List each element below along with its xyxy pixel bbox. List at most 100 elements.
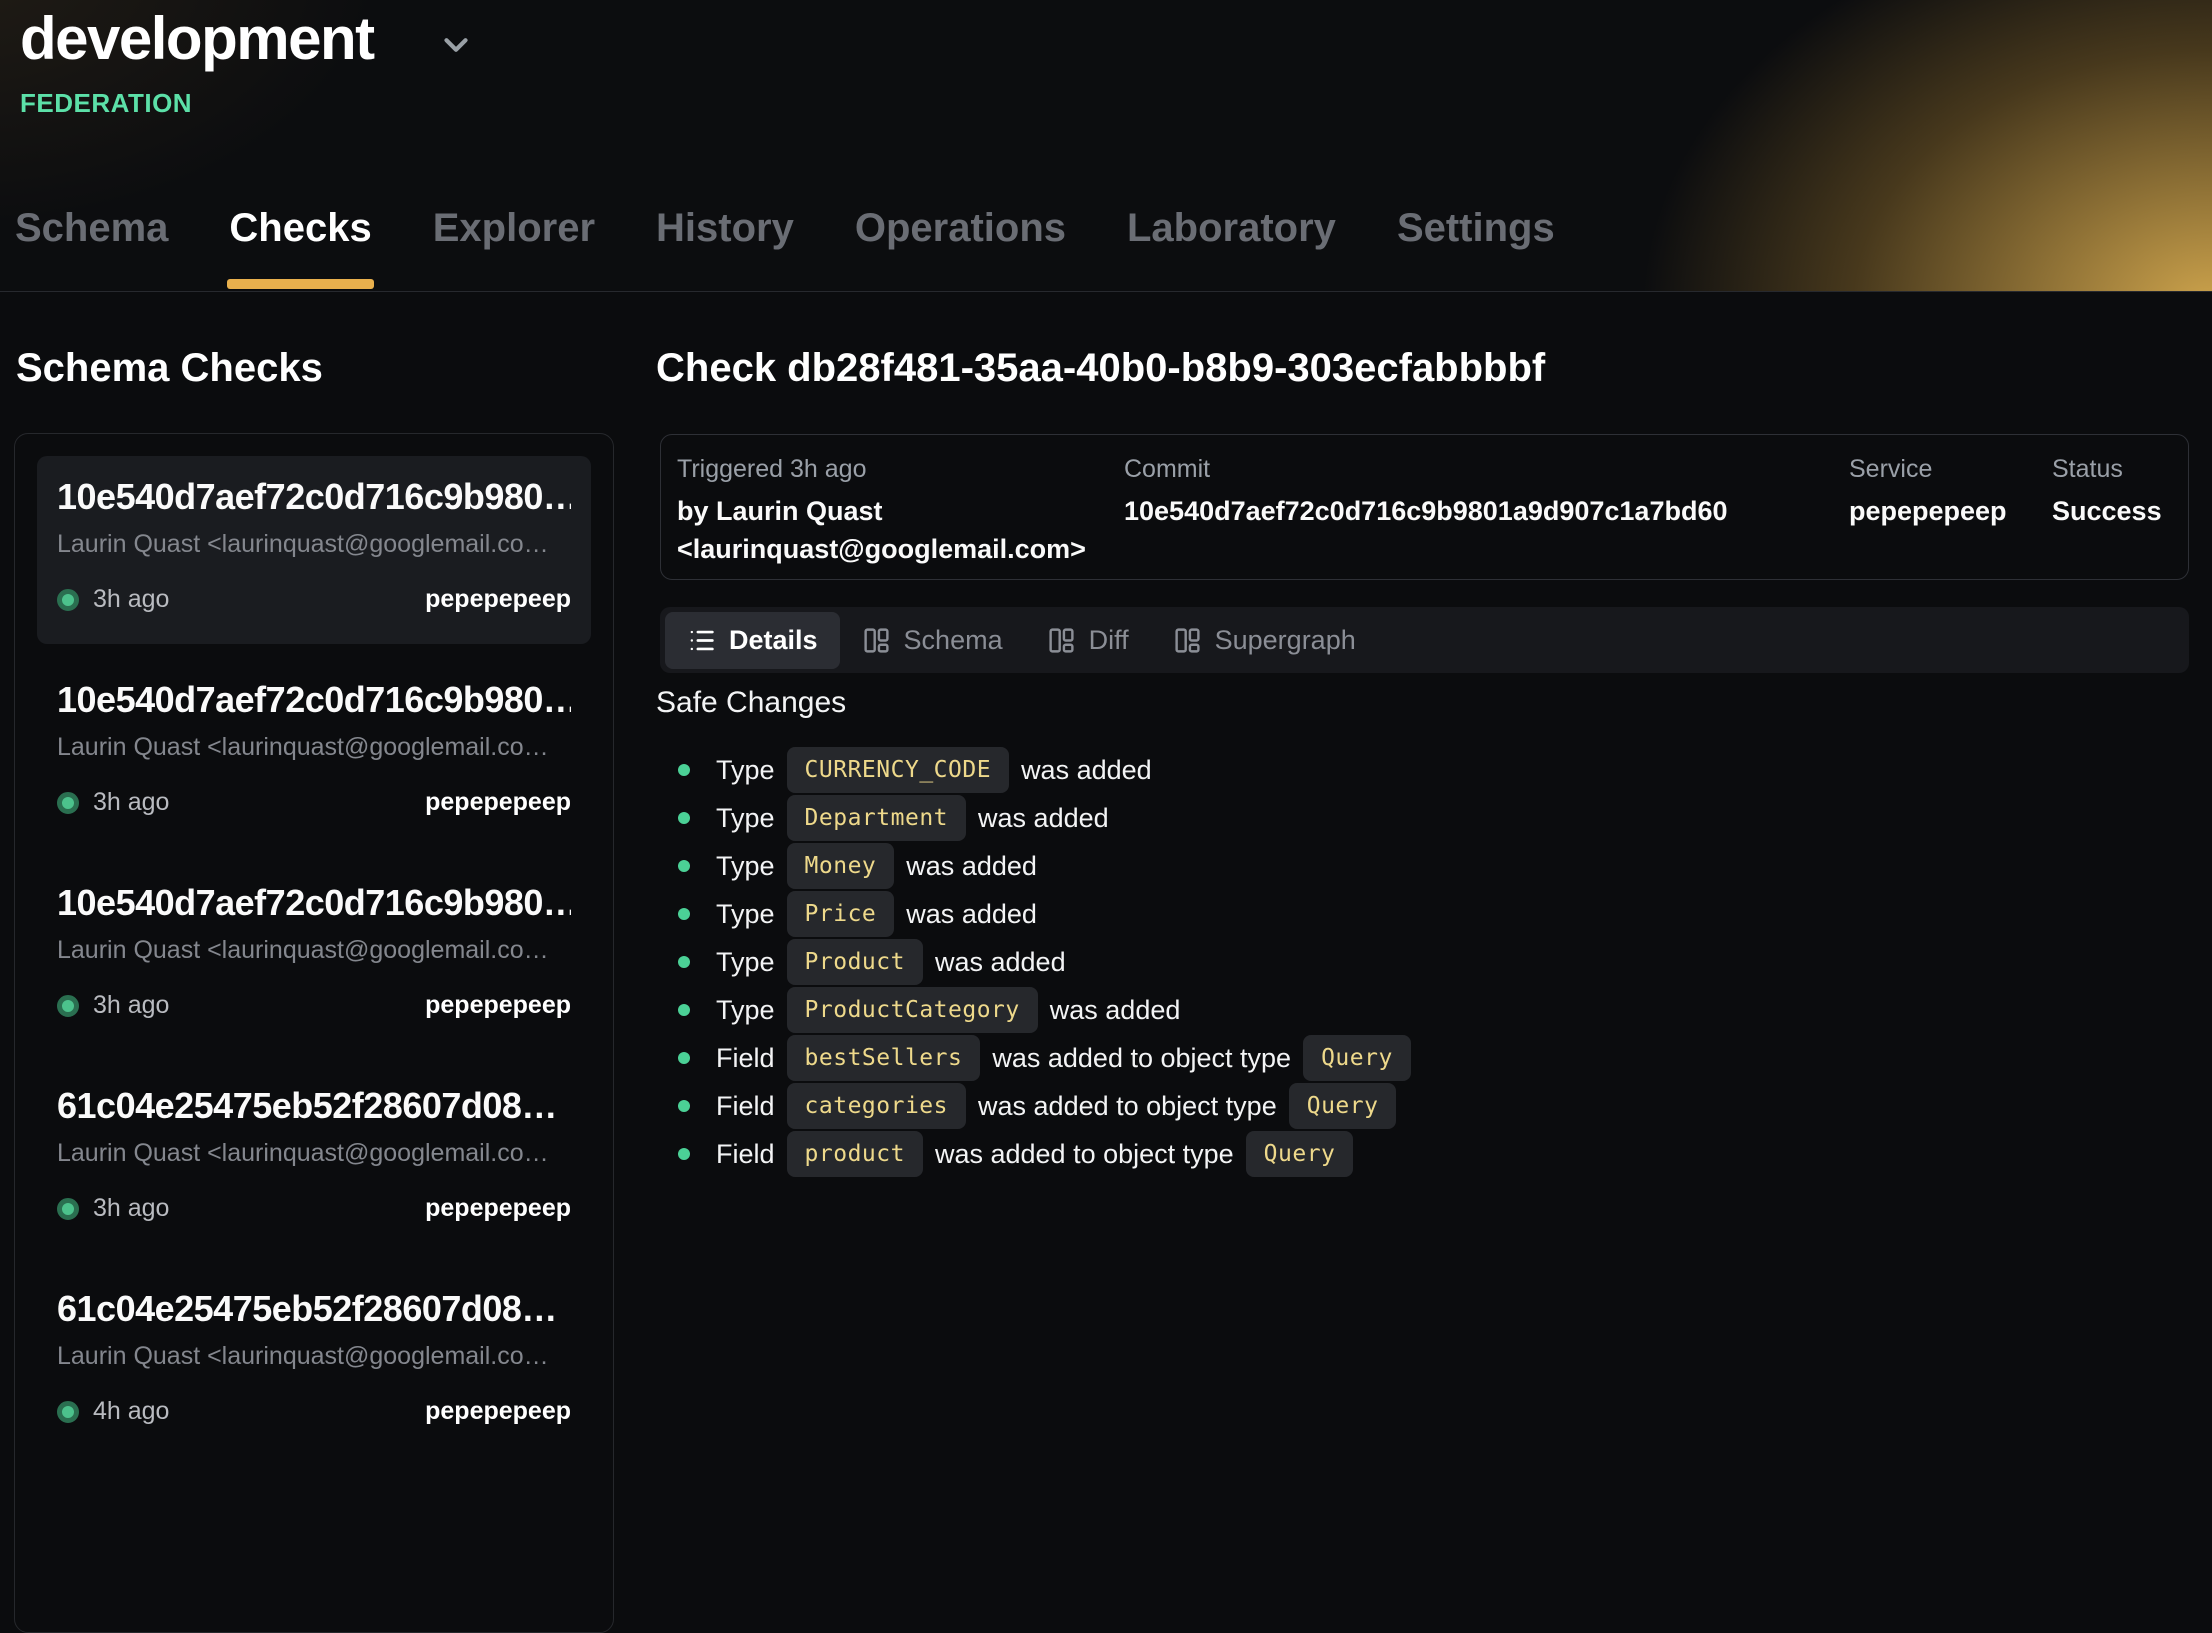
chevron-down-icon[interactable]: [437, 26, 475, 64]
check-detail-title: Check db28f481-35aa-40b0-b8b9-303ecfabbb…: [656, 346, 1545, 391]
change-text: was added: [935, 947, 1066, 978]
detail-tab-schema[interactable]: Schema: [840, 612, 1025, 669]
status-dot-icon: [57, 995, 79, 1017]
change-text: was added: [1050, 995, 1181, 1026]
status-label: Status: [2052, 455, 2188, 484]
primary-tabs: Schema Checks Explorer History Operations Lab…: [13, 206, 1557, 291]
check-list-item[interactable]: 10e540d7aef72c0d716c9b980…Laurin Quast <…: [37, 659, 591, 847]
commit-label: Commit: [1124, 455, 1849, 484]
change-text: was added: [906, 851, 1037, 882]
safe-change-row: Type Product was added: [660, 938, 1423, 986]
bullet-icon: [678, 908, 690, 920]
change-code-chip: product: [787, 1131, 923, 1177]
check-item-author: Laurin Quast <laurinquast@googlemail.co…: [57, 530, 571, 559]
detail-tabs: Details Schema Diff Supergraph: [660, 607, 2189, 673]
tab-checks[interactable]: Checks: [227, 206, 373, 291]
detail-tab-label: Schema: [904, 625, 1003, 656]
tab-settings[interactable]: Settings: [1395, 206, 1557, 291]
bullet-icon: [678, 1004, 690, 1016]
safe-changes-heading: Safe Changes: [656, 686, 846, 720]
check-item-service: pepepepeep: [425, 1194, 571, 1223]
check-list-item[interactable]: 10e540d7aef72c0d716c9b980… Laurin Quast <…: [37, 862, 591, 1050]
detail-tab-label: Supergraph: [1215, 625, 1356, 656]
change-code-chip: CURRENCY_CODE: [787, 747, 1010, 793]
check-item-time: 4h ago: [93, 1397, 169, 1426]
detail-tab-details[interactable]: Details: [665, 612, 840, 669]
change-text: was added: [978, 803, 1109, 834]
check-item-author: Laurin Quast <laurinquast@googlemail.co…: [57, 1139, 571, 1168]
change-text: was added to object type: [992, 1043, 1291, 1074]
check-meta-box: Triggered 3h ago by Laurin Quast <laurin…: [660, 434, 2189, 580]
detail-tab-supergraph[interactable]: Supergraph: [1151, 612, 1378, 669]
triggered-email: <laurinquast@googlemail.com>: [677, 530, 1124, 568]
detail-tab-label: Details: [729, 625, 818, 656]
change-text: Type: [716, 755, 775, 786]
status-dot-icon: [57, 1401, 79, 1423]
meta-service-cell: Service pepepepeep: [1849, 455, 2052, 579]
service-label: Service: [1849, 455, 2052, 484]
check-item-time: 3h ago: [93, 991, 169, 1020]
status-dot-icon: [57, 589, 79, 611]
bullet-icon: [678, 956, 690, 968]
meta-commit-cell: Commit 10e540d7aef72c0d716c9b9801a9d907c…: [1124, 455, 1849, 579]
change-code-chip: Department: [787, 795, 966, 841]
change-code-chip: Product: [787, 939, 923, 985]
columns-icon: [1047, 626, 1076, 655]
check-item-title: 10e540d7aef72c0d716c9b980…: [57, 679, 571, 721]
safe-change-row: Fieldproductwas added to object typeQuer…: [660, 1130, 1423, 1178]
tab-laboratory[interactable]: Laboratory: [1125, 206, 1338, 291]
tab-history[interactable]: History: [654, 206, 796, 291]
meta-triggered-cell: Triggered 3h ago by Laurin Quast <laurin…: [677, 455, 1124, 579]
check-item-time: 3h ago: [93, 585, 169, 614]
columns-icon: [862, 626, 891, 655]
change-text: Type: [716, 803, 775, 834]
check-item-service: pepepepeep: [425, 1397, 571, 1426]
bullet-icon: [678, 764, 690, 776]
page-header: development FEDERATION Schema Checks Explo…: [0, 0, 2212, 292]
safe-change-row: TypePricewas added: [660, 890, 1423, 938]
check-list-item[interactable]: 61c04e25475eb52f28607d08…Laurin Quast <l…: [37, 1268, 591, 1456]
change-text: Type: [716, 851, 775, 882]
change-text: Type: [716, 947, 775, 978]
tab-operations[interactable]: Operations: [853, 206, 1068, 291]
status-dot-icon: [57, 792, 79, 814]
bullet-icon: [678, 812, 690, 824]
change-text: was added: [1021, 755, 1152, 786]
tab-explorer[interactable]: Explorer: [431, 206, 597, 291]
bullet-icon: [678, 860, 690, 872]
change-text: Field: [716, 1043, 775, 1074]
tab-schema[interactable]: Schema: [13, 206, 170, 291]
detail-tab-diff[interactable]: Diff: [1025, 612, 1151, 669]
change-text: was added: [906, 899, 1037, 930]
columns-icon: [1173, 626, 1202, 655]
check-item-service: pepepepeep: [425, 991, 571, 1020]
triggered-by: by Laurin Quast: [677, 492, 1124, 530]
check-item-service: pepepepeep: [425, 585, 571, 614]
status-dot-icon: [57, 1198, 79, 1220]
check-item-title: 61c04e25475eb52f28607d08…: [57, 1288, 571, 1330]
project-title: development: [20, 4, 374, 73]
check-item-title: 61c04e25475eb52f28607d08…: [57, 1085, 571, 1127]
safe-change-row: TypeMoneywas added: [660, 842, 1423, 890]
meta-status-cell: Status Success: [2052, 455, 2188, 579]
change-text: Type: [716, 995, 775, 1026]
bullet-icon: [678, 1052, 690, 1064]
bullet-icon: [678, 1148, 690, 1160]
check-item-author: Laurin Quast <laurinquast@googlemail.co…: [57, 936, 571, 965]
safe-changes-list: TypeCURRENCY_CODEwas addedTypeDepartment…: [660, 746, 1423, 1178]
check-item-time: 3h ago: [93, 1194, 169, 1223]
change-code-chip: Query: [1246, 1131, 1354, 1177]
service-name: pepepepeep: [1849, 492, 2052, 530]
federation-badge: FEDERATION: [20, 88, 192, 119]
safe-change-row: Type CURRENCY_CODE was added: [660, 746, 1423, 794]
change-code-chip: categories: [787, 1083, 966, 1129]
check-item-title: 10e540d7aef72c0d716c9b980…: [57, 882, 571, 924]
safe-change-row: FieldbestSellerswas added to object type…: [660, 1034, 1423, 1082]
check-list-item[interactable]: 61c04e25475eb52f28607d08… Laurin Quast <l…: [37, 1065, 591, 1253]
status-value: Success: [2052, 492, 2188, 530]
change-code-chip: ProductCategory: [787, 987, 1038, 1033]
safe-change-row: Type ProductCategory was added: [660, 986, 1423, 1034]
check-list-item[interactable]: 10e540d7aef72c0d716c9b980…Laurin Quast <…: [37, 456, 591, 644]
change-text: Field: [716, 1091, 775, 1122]
safe-change-row: Type Department was added: [660, 794, 1423, 842]
